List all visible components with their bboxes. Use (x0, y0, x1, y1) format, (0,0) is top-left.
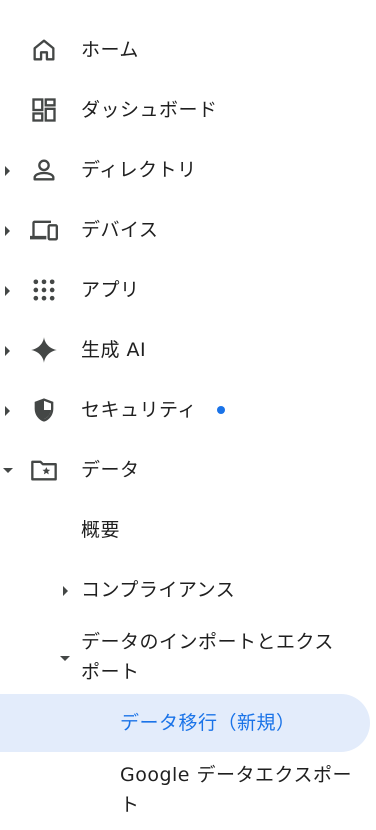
nav-subitem-label-line2: ト (120, 794, 140, 816)
nav-item-home[interactable]: ホーム (0, 20, 370, 80)
nav-item-label: セキュリティ (81, 399, 197, 421)
expand-arrow-icon[interactable] (63, 586, 68, 596)
home-icon (30, 36, 58, 64)
shield-icon (30, 396, 58, 424)
nav-subitem-compliance[interactable]: コンプライアンス (0, 560, 370, 620)
expand-arrow-icon[interactable] (5, 226, 10, 236)
nav-item-label: アプリ (81, 279, 140, 301)
nav-subitem-google-data-export[interactable]: Google データエクスポー ト (0, 756, 370, 826)
collapse-arrow-icon[interactable] (60, 656, 70, 661)
folder-star-icon (30, 456, 58, 484)
nav-subitem-label: 概要 (81, 519, 121, 541)
admin-side-nav: ホーム ダッシュボード ディレクトリ デバイス アプリ 生成 AI セキュリティ… (0, 0, 376, 830)
collapse-arrow-icon[interactable] (3, 468, 13, 473)
nav-item-label: ホーム (81, 39, 139, 61)
nav-subitem-label-line1: Google データエクスポー (120, 764, 352, 786)
nav-item-label: データ (81, 459, 140, 481)
nav-item-gen-ai[interactable]: 生成 AI (0, 320, 370, 380)
nav-item-directory[interactable]: ディレクトリ (0, 140, 370, 200)
devices-icon (30, 216, 58, 244)
nav-subitem-overview[interactable]: 概要 (0, 500, 370, 560)
nav-subitem-data-migration[interactable]: データ移行（新規） (0, 694, 370, 752)
nav-subitem-label: コンプライアンス (81, 579, 236, 601)
expand-arrow-icon[interactable] (5, 406, 10, 416)
expand-arrow-icon[interactable] (5, 166, 10, 176)
nav-item-label: ディレクトリ (81, 159, 197, 181)
nav-item-label: デバイス (81, 219, 159, 241)
apps-grid-icon (30, 276, 58, 304)
nav-subitem-label-line2: ポート (81, 661, 140, 683)
sparkle-icon (30, 336, 58, 364)
expand-arrow-icon[interactable] (5, 346, 10, 356)
nav-subitem-label: データ移行（新規） (120, 712, 296, 734)
nav-subitem-import-export[interactable]: データのインポートとエクス ポート (0, 620, 370, 690)
nav-item-label: 生成 AI (81, 339, 147, 361)
nav-item-devices[interactable]: デバイス (0, 200, 370, 260)
person-icon (30, 156, 58, 184)
nav-item-label: ダッシュボード (81, 99, 218, 121)
expand-arrow-icon[interactable] (5, 286, 10, 296)
dashboard-icon (30, 96, 58, 124)
nav-item-dashboard[interactable]: ダッシュボード (0, 80, 370, 140)
nav-subitem-label-line1: データのインポートとエクス (81, 631, 334, 653)
notification-dot (217, 406, 225, 414)
nav-item-data[interactable]: データ (0, 440, 370, 500)
nav-item-security[interactable]: セキュリティ (0, 380, 370, 440)
nav-item-apps[interactable]: アプリ (0, 260, 370, 320)
